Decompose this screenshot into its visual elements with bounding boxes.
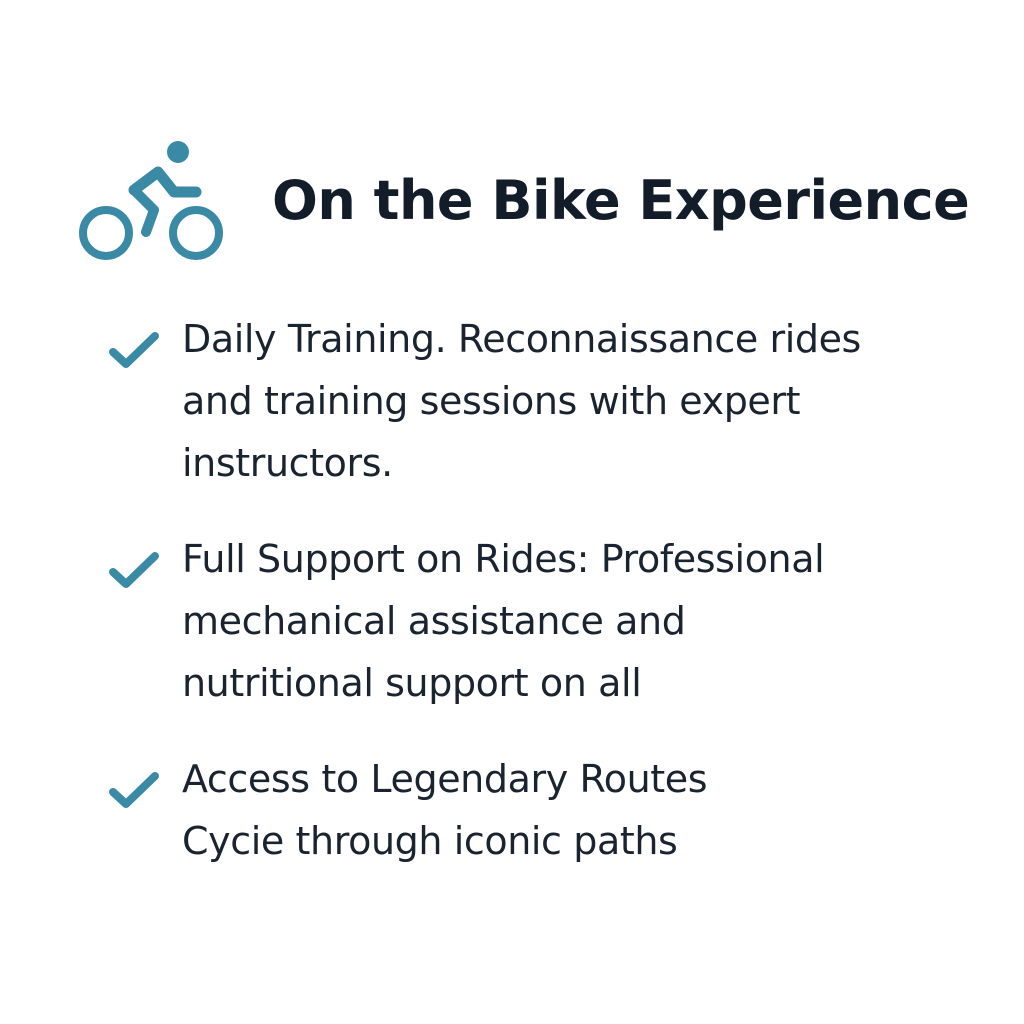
list-item: Access to Legendary Routes Cycie through… [104,748,984,872]
check-icon [109,772,159,808]
feature-line: Full Support on Rides: Professional [182,537,825,581]
feature-line: Cycie through iconic paths [182,819,678,863]
feature-text: Access to Legendary Routes Cycie through… [182,748,984,872]
feature-line: mechanical assistance and [182,599,686,643]
bicycle-rider-icon [79,141,223,260]
header: On the Bike Experience [78,138,998,268]
feature-line: Access to Legendary Routes [182,757,708,801]
feature-text: Daily Training. Reconnaissance rides and… [182,308,984,494]
check-icon [109,552,159,588]
list-item: Full Support on Rides: Professional mech… [104,528,984,714]
feature-text: Full Support on Rides: Professional mech… [182,528,984,714]
feature-line: Daily Training. Reconnaissance rides [182,317,861,361]
check-icon [109,332,159,368]
list-item: Daily Training. Reconnaissance rides and… [104,308,984,494]
feature-list: Daily Training. Reconnaissance rides and… [104,308,984,872]
page-title: On the Bike Experience [272,169,970,232]
feature-line: nutritional support on all [182,661,642,705]
feature-line: instructors. [182,441,393,485]
feature-line: and training sessions with expert [182,379,801,423]
